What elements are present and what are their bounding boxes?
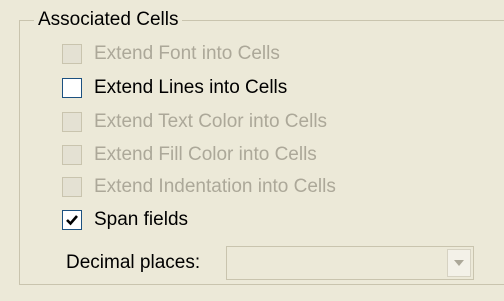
group-title: Associated Cells xyxy=(34,8,183,32)
extend-fill-color-label: Extend Fill Color into Cells xyxy=(94,144,317,165)
extend-indentation-checkbox xyxy=(62,177,82,197)
option-extend-text-color: Extend Text Color into Cells xyxy=(62,109,327,135)
decimal-places-dropdown-button xyxy=(447,249,471,277)
extend-text-color-label: Extend Text Color into Cells xyxy=(94,111,328,132)
decimal-places-label: Decimal places: xyxy=(66,252,201,273)
extend-lines-label[interactable]: Extend Lines into Cells xyxy=(94,77,287,99)
span-fields-checkbox[interactable] xyxy=(62,210,82,230)
option-extend-indentation: Extend Indentation into Cells xyxy=(62,174,336,200)
extend-text-color-checkbox xyxy=(62,112,82,132)
chevron-down-icon xyxy=(454,260,464,266)
span-fields-label[interactable]: Span fields xyxy=(94,209,188,231)
extend-indentation-label: Extend Indentation into Cells xyxy=(94,176,336,197)
extend-lines-checkbox[interactable] xyxy=(62,78,82,98)
extend-font-checkbox xyxy=(62,44,82,64)
extend-fill-color-checkbox xyxy=(62,145,82,165)
option-extend-lines[interactable]: Extend Lines into Cells xyxy=(62,75,287,101)
option-extend-font: Extend Font into Cells xyxy=(62,41,280,67)
decimal-places-select xyxy=(226,246,474,280)
option-extend-fill-color: Extend Fill Color into Cells xyxy=(62,142,317,168)
checkmark-icon xyxy=(66,215,78,226)
option-span-fields[interactable]: Span fields xyxy=(62,207,188,233)
extend-font-label: Extend Font into Cells xyxy=(94,43,280,64)
